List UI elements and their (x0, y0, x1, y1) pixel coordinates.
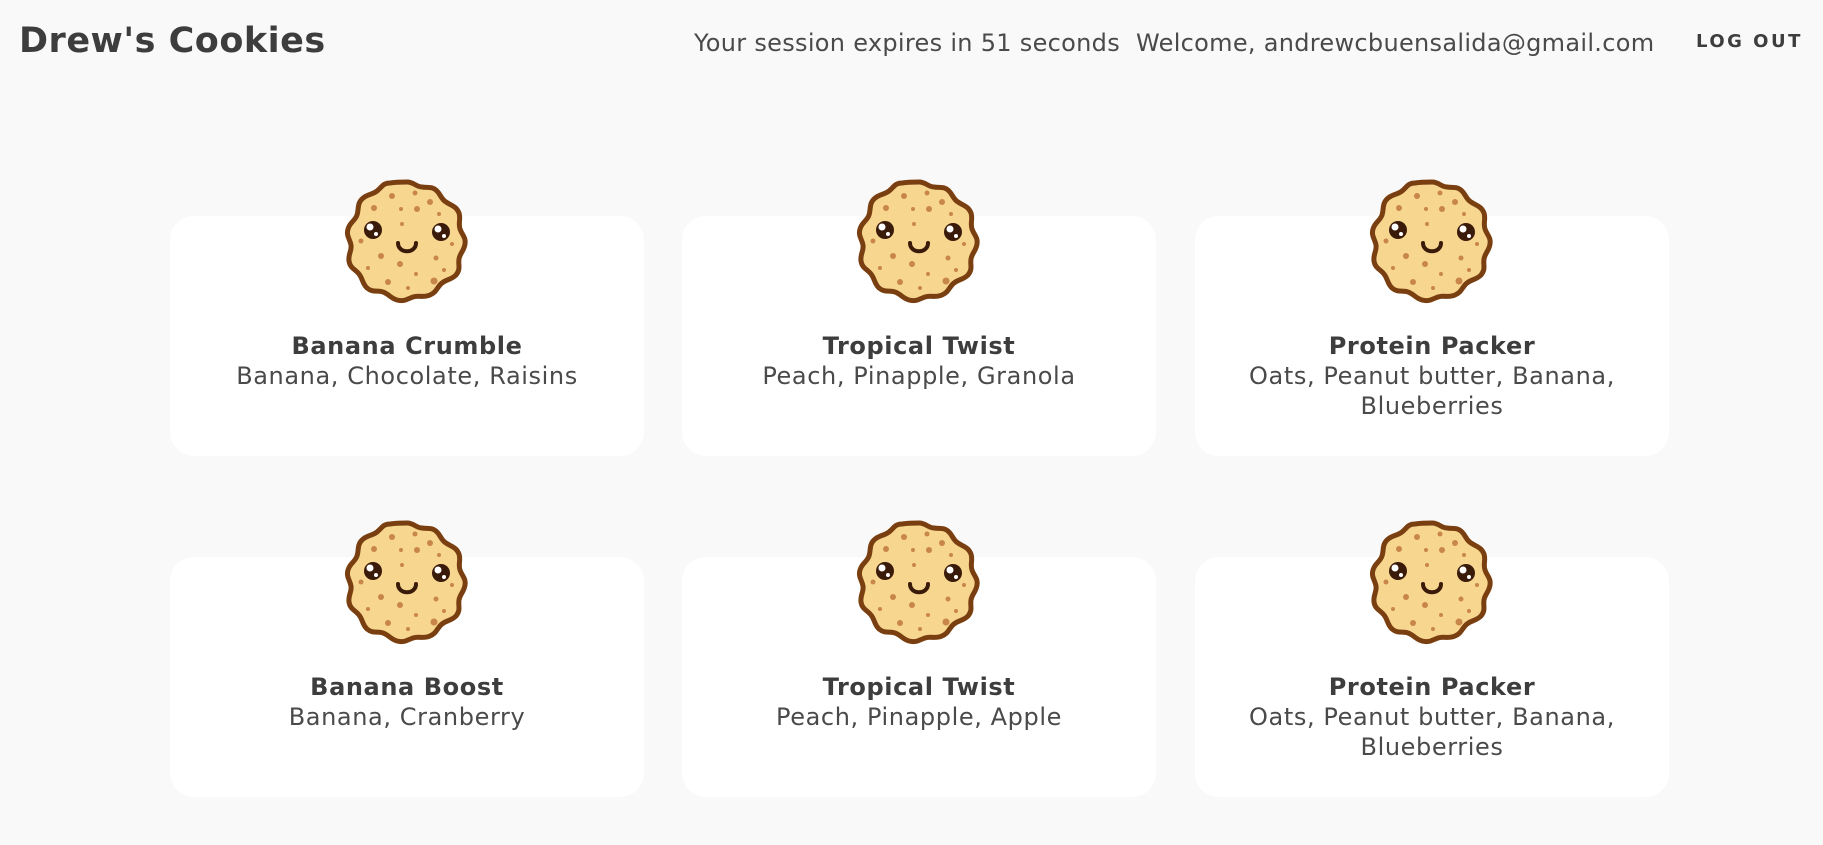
cookie-icon (856, 519, 982, 645)
cookie-ingredients: Banana, Chocolate, Raisins (236, 362, 578, 390)
cookie-card[interactable]: Tropical Twist Peach, Pinapple, Apple (682, 557, 1156, 797)
cookie-ingredients: Peach, Pinapple, Granola (762, 362, 1076, 390)
cookie-ingredients: Oats, Peanut butter, Banana, Blueberries (1249, 703, 1615, 761)
cookie-icon (1369, 178, 1495, 304)
cookie-ingredients: Banana, Cranberry (288, 703, 526, 731)
cookie-name: Protein Packer (1328, 673, 1536, 701)
cookie-name: Tropical Twist (822, 673, 1016, 701)
cookie-card[interactable]: Banana Crumble Banana, Chocolate, Raisin… (170, 216, 644, 456)
cookie-name: Tropical Twist (822, 332, 1016, 360)
cookie-card[interactable]: Protein Packer Oats, Peanut butter, Bana… (1195, 557, 1669, 797)
cookie-icon (1369, 519, 1495, 645)
cookie-name: Banana Boost (310, 673, 504, 701)
cookie-icon (344, 178, 470, 304)
cookie-grid: Banana Crumble Banana, Chocolate, Raisin… (0, 0, 1823, 845)
cookie-name: Protein Packer (1328, 332, 1536, 360)
cookie-card[interactable]: Protein Packer Oats, Peanut butter, Bana… (1195, 216, 1669, 456)
cookie-name: Banana Crumble (291, 332, 523, 360)
cookie-card[interactable]: Banana Boost Banana, Cranberry (170, 557, 644, 797)
cookie-card[interactable]: Tropical Twist Peach, Pinapple, Granola (682, 216, 1156, 456)
cookie-ingredients: Oats, Peanut butter, Banana, Blueberries (1249, 362, 1615, 420)
cookie-icon (344, 519, 470, 645)
cookie-ingredients: Peach, Pinapple, Apple (776, 703, 1062, 731)
cookie-icon (856, 178, 982, 304)
